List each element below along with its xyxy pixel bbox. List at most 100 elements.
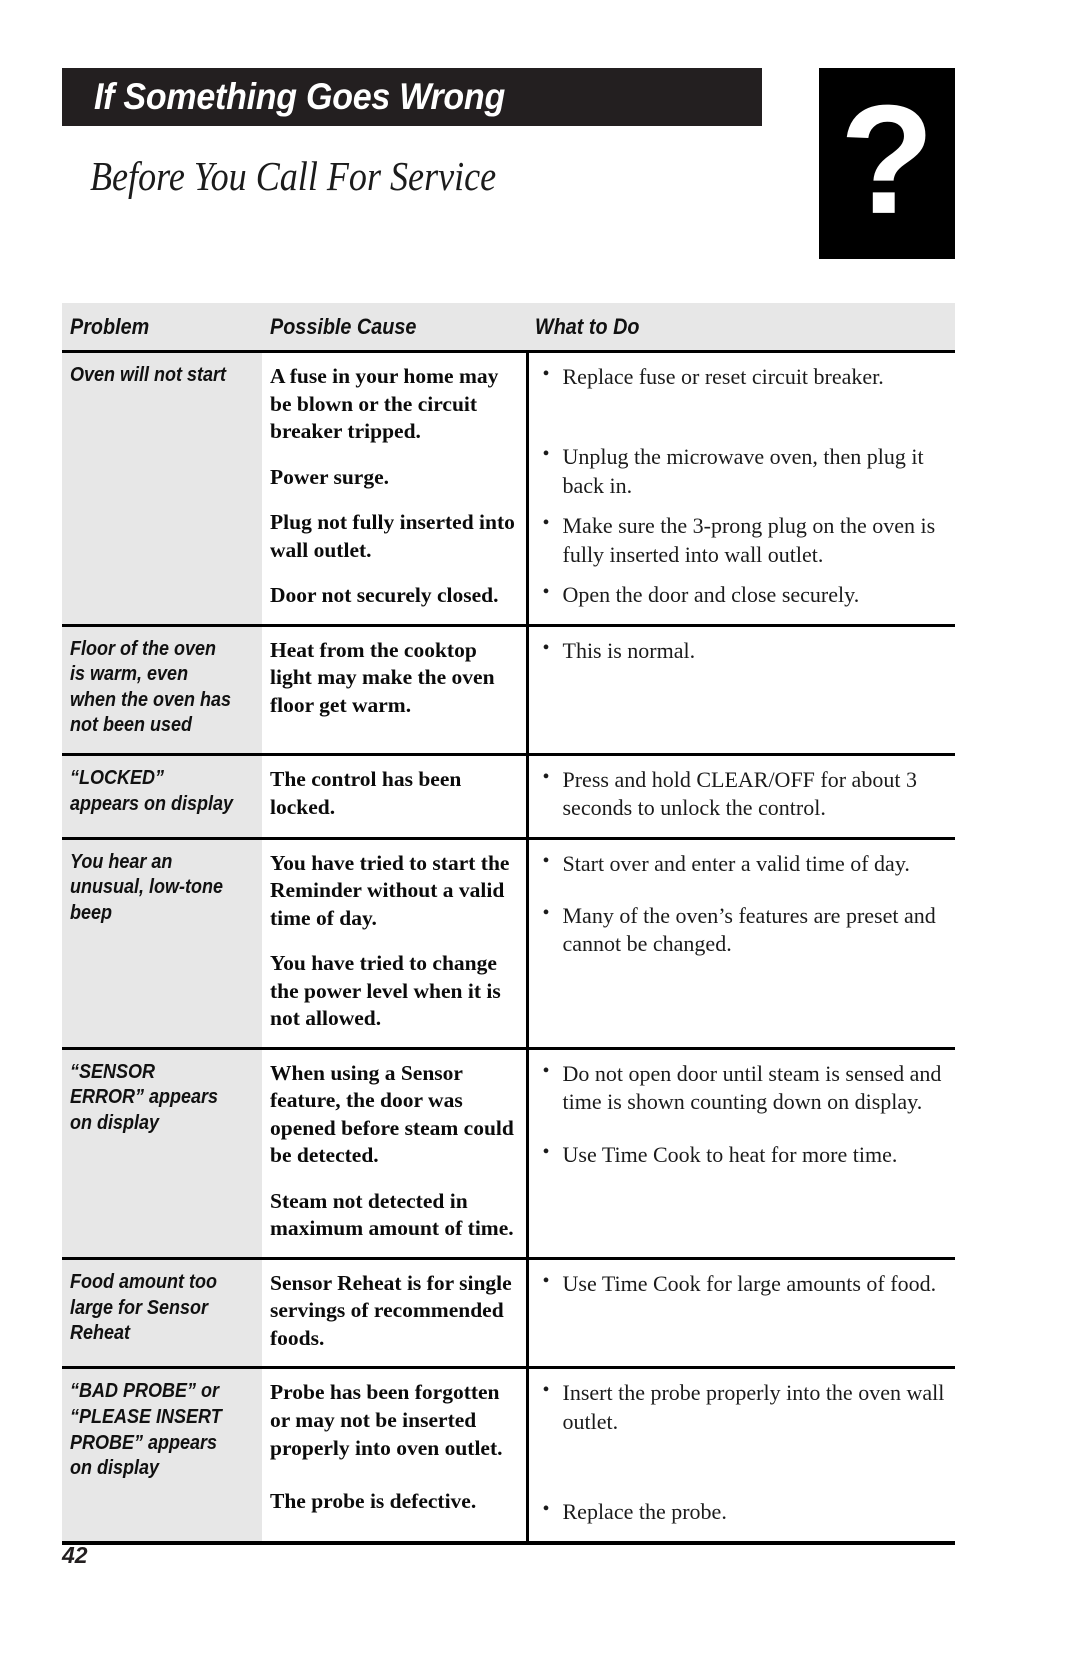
cell-possible-cause: Heat from the cooktop light may make the…	[262, 625, 529, 755]
action-item: • Make sure the 3-prong plug on the oven …	[541, 512, 946, 569]
cause-item: Power surge.	[270, 464, 390, 489]
bullet-icon: •	[542, 512, 550, 535]
bullet-icon: •	[542, 443, 550, 466]
cell-possible-cause: The control has been locked.	[262, 754, 529, 839]
problem-label: “LOCKED” appears on display	[70, 766, 234, 815]
table-row: Food amount too large for Sensor Reheat …	[62, 1258, 955, 1368]
page-title: If Something Goes Wrong	[94, 76, 505, 117]
action-text: Insert the probe properly into the oven …	[562, 1380, 945, 1434]
question-mark-icon: ?	[839, 72, 935, 246]
action-item: • This is normal.	[541, 637, 946, 665]
bullet-icon: •	[542, 765, 550, 788]
action-text: Press and hold CLEAR/OFF for about 3 sec…	[562, 766, 917, 821]
problem-label: Oven will not start	[70, 364, 227, 386]
action-text: Start over and enter a valid time of day…	[562, 850, 910, 876]
cause-item: When using a Sensor feature, the door wa…	[270, 1060, 514, 1168]
cause-item: The control has been locked.	[270, 766, 462, 819]
bullet-icon: •	[542, 363, 550, 385]
problem-label: Food amount too large for Sensor Reheat	[70, 1270, 217, 1345]
cell-problem: “SENSOR ERROR” appears on display	[62, 1048, 262, 1259]
action-item: • Insert the probe properly into the oven…	[541, 1379, 946, 1436]
action-item: • Start over and enter a valid time of da…	[541, 850, 946, 878]
action-text: Replace the probe.	[562, 1499, 727, 1525]
cause-item: A fuse in your home may be blown or the …	[270, 364, 499, 444]
column-header-problem: Problem	[62, 303, 262, 352]
problem-label: Floor of the oven is warm, even when the…	[70, 637, 232, 737]
cell-possible-cause: You have tried to start the Reminder wit…	[262, 838, 529, 1049]
action-item: • Use Time Cook to heat for more time.	[541, 1141, 946, 1169]
table-row: You hear an unusual, low-tone beep You h…	[62, 838, 955, 1049]
table-header: Problem Possible Cause What to Do	[62, 303, 955, 352]
table-row: “LOCKED” appears on display The control …	[62, 754, 955, 839]
column-header-possible-cause-label: Possible Cause	[270, 314, 417, 339]
cell-what-to-do: • This is normal.	[527, 625, 955, 754]
bullet-icon: •	[542, 902, 550, 925]
cause-item: You have tried to change the power level…	[270, 951, 501, 1031]
cause-item: You have tried to start the Reminder wit…	[270, 850, 510, 930]
column-header-what-to-do-label: What to Do	[535, 314, 640, 339]
bullet-icon: •	[542, 1498, 550, 1521]
cell-what-to-do: • Press and hold CLEAR/OFF for about 3 se…	[527, 754, 955, 838]
cell-what-to-do: • Start over and enter a valid time of da…	[527, 838, 955, 1048]
bullet-icon: •	[542, 849, 550, 872]
bullet-icon: •	[542, 1140, 550, 1163]
cause-item: Door not securely closed.	[270, 583, 499, 608]
action-text: Make sure the 3-prong plug on the oven i…	[562, 513, 936, 567]
bullet-icon: •	[542, 1059, 550, 1082]
cause-item: The probe is defective.	[270, 1489, 477, 1514]
cause-item: Heat from the cooktop light may make the…	[270, 637, 495, 717]
section-title-band: If Something Goes Wrong	[62, 68, 762, 126]
column-header-problem-label: Problem	[70, 314, 150, 339]
column-header-possible-cause: Possible Cause	[262, 303, 527, 352]
page-header: If Something Goes Wrong Before You Call …	[62, 68, 955, 260]
cell-possible-cause: When using a Sensor feature, the door wa…	[262, 1048, 529, 1259]
bullet-icon: •	[542, 1379, 550, 1402]
cell-what-to-do: • Use Time Cook for large amounts of food…	[527, 1258, 955, 1368]
cell-problem: You hear an unusual, low-tone beep	[62, 838, 262, 1049]
cell-what-to-do: • Do not open door until steam is sensed …	[527, 1048, 955, 1258]
cell-what-to-do: • Insert the probe properly into the oven…	[527, 1368, 955, 1543]
question-mark-badge: ?	[819, 68, 955, 259]
problem-label: “BAD PROBE” or “PLEASE INSERT PROBE” app…	[70, 1380, 222, 1480]
table-row: “BAD PROBE” or “PLEASE INSERT PROBE” app…	[62, 1367, 955, 1543]
cell-problem: “LOCKED” appears on display	[62, 754, 262, 839]
bullet-icon: •	[542, 636, 550, 659]
table-row: Floor of the oven is warm, even when the…	[62, 625, 955, 755]
action-item: • Open the door and close securely.	[541, 581, 946, 609]
problem-label: You hear an unusual, low-tone beep	[70, 850, 223, 924]
cell-problem: Oven will not start	[62, 351, 262, 626]
action-text: Do not open door until steam is sensed a…	[562, 1060, 942, 1115]
table-body: Oven will not start A fuse in your home …	[62, 351, 955, 1543]
page-number: 42	[62, 1542, 88, 1568]
cell-possible-cause: Sensor Reheat is for single servings of …	[262, 1258, 529, 1368]
cause-item: Sensor Reheat is for single servings of …	[270, 1270, 512, 1350]
cause-item: Steam not detected in maximum amount of …	[270, 1188, 514, 1241]
cell-what-to-do: • Replace fuse or reset circuit breaker. …	[527, 352, 955, 626]
page-subtitle: Before You Call For Service	[90, 153, 497, 199]
bullet-icon: •	[542, 580, 550, 603]
cell-problem: “BAD PROBE” or “PLEASE INSERT PROBE” app…	[62, 1367, 262, 1543]
cell-problem: Food amount too large for Sensor Reheat	[62, 1258, 262, 1368]
action-item: • Use Time Cook for large amounts of food…	[541, 1270, 946, 1298]
table-header-row: Problem Possible Cause What to Do	[62, 303, 955, 352]
bullet-icon: •	[542, 1269, 550, 1292]
action-text: Open the door and close securely.	[562, 581, 860, 607]
cause-item: Probe has been forgotten or may not be i…	[270, 1380, 503, 1460]
action-text: Replace fuse or reset circuit breaker.	[562, 364, 884, 389]
action-text: Many of the oven’s features are preset a…	[562, 903, 936, 957]
column-header-what-to-do: What to Do	[527, 303, 955, 352]
troubleshooting-table: Problem Possible Cause What to Do Oven w…	[62, 303, 955, 1545]
action-item: • Press and hold CLEAR/OFF for about 3 se…	[541, 766, 946, 823]
action-item: • Many of the oven’s features are preset …	[541, 902, 946, 959]
action-text: Use Time Cook to heat for more time.	[562, 1141, 898, 1167]
action-item: • Unplug the microwave oven, then plug it…	[541, 443, 946, 500]
cell-problem: Floor of the oven is warm, even when the…	[62, 625, 262, 755]
action-item: • Do not open door until steam is sensed …	[541, 1060, 946, 1117]
action-text: Unplug the microwave oven, then plug it …	[562, 444, 924, 498]
cause-item: Plug not fully inserted into wall outlet…	[270, 510, 515, 562]
cell-possible-cause: A fuse in your home may be blown or the …	[262, 351, 529, 626]
problem-label: “SENSOR ERROR” appears on display	[70, 1060, 219, 1135]
action-text: Use Time Cook for large amounts of food.	[562, 1270, 937, 1296]
action-text: This is normal.	[562, 637, 696, 663]
table-row: “SENSOR ERROR” appears on display When u…	[62, 1048, 955, 1259]
